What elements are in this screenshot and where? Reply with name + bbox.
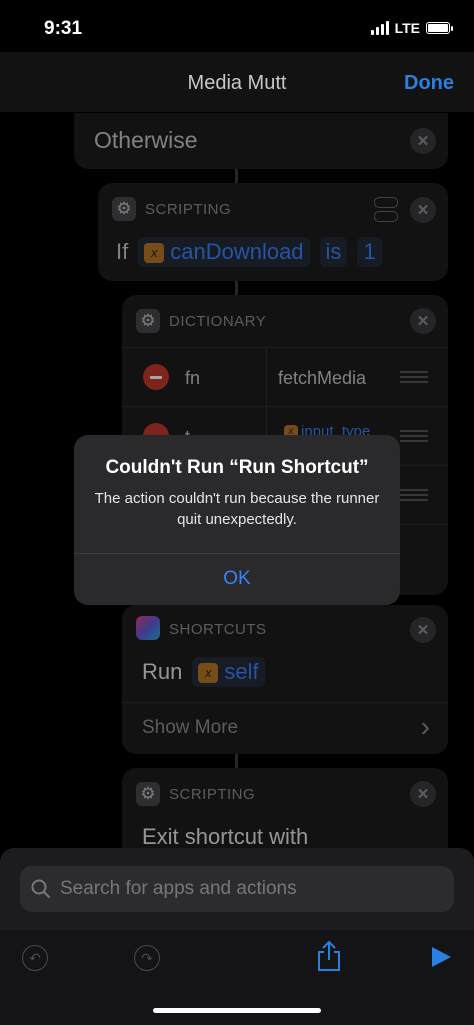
alert-message: The action couldn't run because the runn… [94, 490, 380, 528]
signal-icon [370, 21, 389, 35]
redo-icon[interactable]: ↷ [134, 945, 160, 971]
alert-title: Couldn't Run “Run Shortcut” [105, 457, 369, 478]
done-button[interactable]: Done [404, 72, 454, 95]
search-input[interactable] [58, 877, 442, 901]
ok-button[interactable]: OK [74, 553, 400, 605]
status-indicators: LTE [370, 20, 453, 36]
battery-icon [426, 22, 453, 34]
search-bar[interactable] [20, 866, 454, 912]
error-alert: Couldn't Run “Run Shortcut” The action c… [74, 435, 400, 605]
search-icon [31, 879, 50, 898]
network-label: LTE [394, 20, 420, 36]
undo-icon[interactable]: ↶ [22, 945, 48, 971]
share-icon[interactable] [316, 940, 342, 972]
home-indicator [153, 1008, 321, 1013]
status-time: 9:31 [44, 18, 83, 39]
play-icon[interactable] [430, 946, 452, 968]
page-title: Media Mutt [187, 72, 287, 94]
